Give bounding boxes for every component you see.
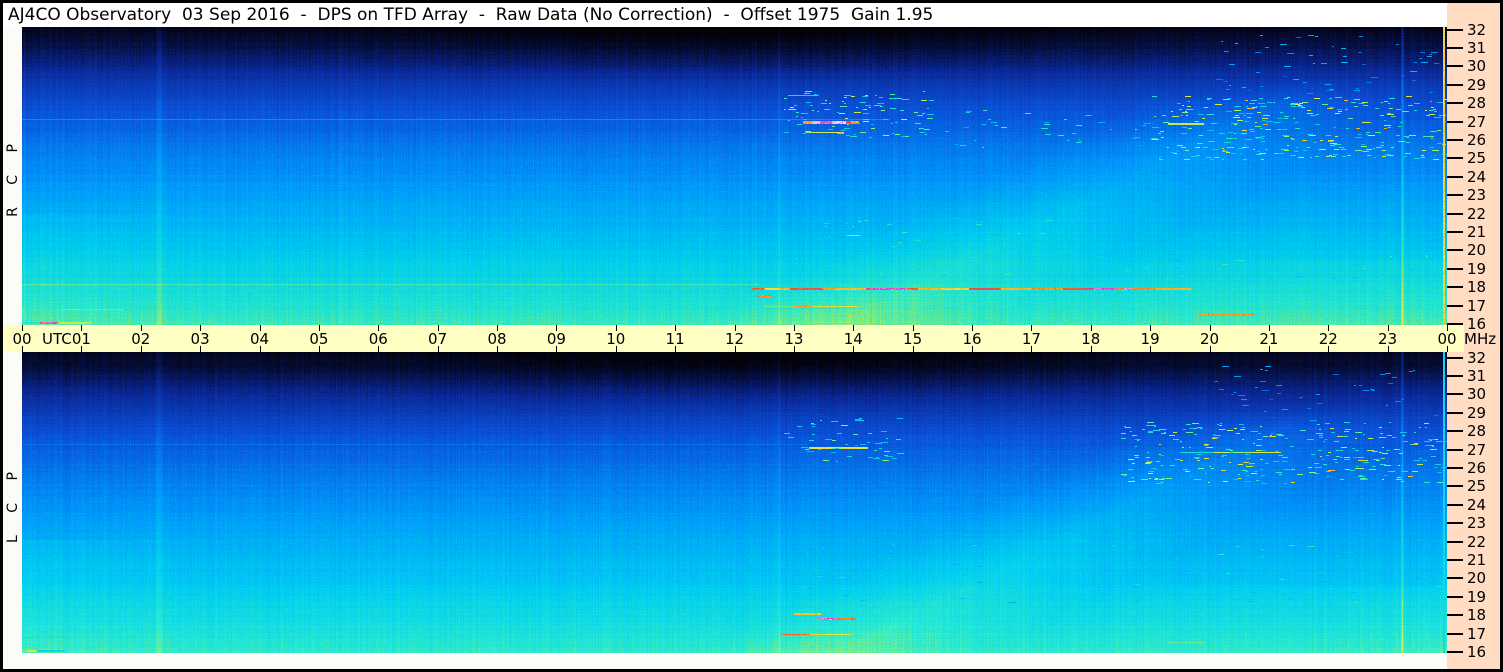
time-axis-strip: [3, 325, 1464, 352]
rcp-spectrogram-canvas: [22, 27, 1447, 325]
dps-window: AJ4CO Observatory 03 Sep 2016 - DPS on T…: [0, 0, 1503, 672]
lcp-polarization-label: L C P: [4, 462, 21, 543]
rcp-label-box: R C P: [3, 27, 22, 325]
lcp-label-box: L C P: [3, 352, 22, 653]
lcp-spectrogram-canvas: [22, 352, 1447, 653]
rcp-polarization-label: R C P: [4, 135, 21, 217]
title-bar: AJ4CO Observatory 03 Sep 2016 - DPS on T…: [3, 3, 1447, 27]
